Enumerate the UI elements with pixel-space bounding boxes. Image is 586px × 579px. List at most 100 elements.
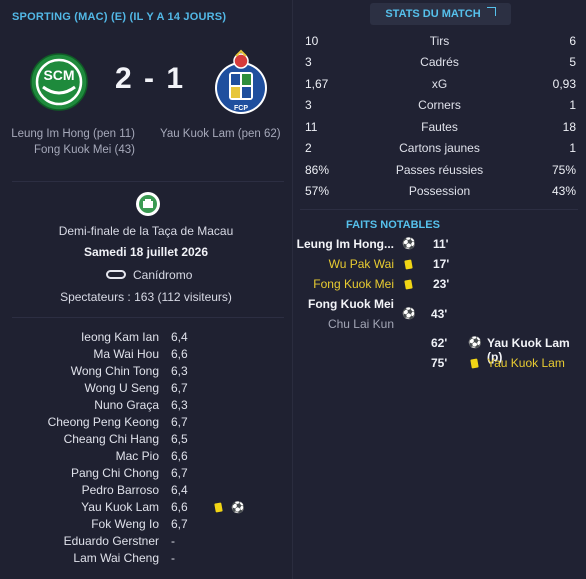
- player-name: Ieong Kam Ian: [80, 330, 159, 344]
- stat-away: 5: [569, 55, 576, 69]
- stat-home: 11: [305, 120, 318, 134]
- goal-ball-icon: ⚽: [402, 308, 416, 320]
- stadium-name: Canídromo: [133, 268, 193, 282]
- player-row[interactable]: Wong U Seng 6,7: [0, 381, 292, 398]
- player-name: Cheong Peng Keong: [47, 415, 159, 429]
- player-row[interactable]: Mac Pio 6,6: [0, 449, 292, 466]
- event-player[interactable]: Yau Kuok Lam: [487, 356, 565, 370]
- stat-away: 43%: [551, 184, 576, 198]
- player-rating: 6,4: [171, 483, 188, 497]
- player-rating: 6,6: [171, 347, 188, 361]
- yellow-card-icon: [470, 358, 479, 369]
- player-name: Fok Weng Io: [91, 517, 159, 531]
- stat-label: Fautes: [421, 120, 458, 134]
- player-row[interactable]: Pang Chi Chong 6,7: [0, 466, 292, 483]
- match-stats-button[interactable]: STATS DU MATCH: [370, 3, 511, 25]
- player-row[interactable]: Pedro Barroso 6,4: [0, 483, 292, 500]
- event-player[interactable]: Fong Kuok Mei: [296, 277, 394, 291]
- away-team-crest[interactable]: FCP: [212, 48, 270, 116]
- stat-label: Corners: [418, 98, 461, 112]
- away-crest-text: FCP: [234, 105, 248, 112]
- event-player[interactable]: Leung Im Hong...: [296, 237, 394, 251]
- away-scorer-line[interactable]: Yau Kuok Lam (pen 62): [160, 126, 285, 142]
- yellow-card-icon: [404, 279, 413, 290]
- player-rating: 6,6: [171, 449, 188, 463]
- attendance: Spectateurs : 163 (112 visiteurs): [60, 290, 232, 304]
- stadium-icon: [106, 270, 126, 279]
- home-team-crest[interactable]: SCM: [30, 49, 88, 115]
- home-scorer-line[interactable]: Leung Im Hong (pen 11): [0, 126, 135, 142]
- goal-ball-icon: ⚽: [231, 502, 245, 514]
- stat-row: Passes réussies 86% 75%: [293, 160, 586, 181]
- yellow-card-icon: [404, 259, 413, 270]
- stat-away: 6: [569, 34, 576, 48]
- player-rating: 6,3: [171, 398, 188, 412]
- player-name: Nuno Graça: [94, 398, 159, 412]
- match-date: Samedi 18 juillet 2026: [83, 245, 209, 259]
- competition-name[interactable]: Demi-finale de la Taça de Macau: [0, 224, 292, 238]
- player-rating: -: [171, 534, 175, 548]
- player-row[interactable]: Lam Wai Cheng -: [0, 551, 292, 568]
- player-name: Eduardo Gerstner: [63, 534, 159, 548]
- event-minute: 11': [433, 237, 449, 251]
- separator: [12, 317, 284, 318]
- stat-row: Tirs 10 6: [293, 31, 586, 52]
- stadium-row[interactable]: Canídromo: [0, 268, 292, 284]
- player-rating: 6,7: [171, 466, 188, 480]
- expand-icon: [486, 7, 496, 16]
- stat-label: Passes réussies: [395, 163, 484, 177]
- stat-away: 75%: [551, 163, 576, 177]
- yellow-card-icon: [214, 502, 223, 513]
- stat-label: Possession: [408, 184, 471, 198]
- player-rating: 6,7: [171, 415, 188, 429]
- player-rating: 6,6: [171, 500, 188, 514]
- goal-ball-icon: ⚽: [468, 337, 482, 349]
- stat-away: 18: [562, 120, 576, 134]
- player-row[interactable]: Cheang Chi Hang 6,5: [0, 432, 292, 449]
- stat-row: Cadrés 3 5: [293, 52, 586, 73]
- player-row[interactable]: Nuno Graça 6,3: [0, 398, 292, 415]
- goal-ball-icon: ⚽: [402, 238, 416, 250]
- stat-label: Cartons jaunes: [399, 141, 480, 155]
- stat-home: 86%: [305, 163, 330, 177]
- home-scorer-line[interactable]: Fong Kuok Mei (43): [0, 142, 135, 158]
- player-name: Ma Wai Hou: [93, 347, 159, 361]
- stat-home: 10: [305, 34, 319, 48]
- stat-home: 57%: [305, 184, 330, 198]
- player-row[interactable]: Cheong Peng Keong 6,7: [0, 415, 292, 432]
- player-name: Pang Chi Chong: [70, 466, 159, 480]
- stat-away: 1: [569, 98, 576, 112]
- separator: [300, 209, 578, 210]
- player-rating: -: [171, 551, 175, 565]
- stat-row: Corners 3 1: [293, 95, 586, 116]
- home-crest-text: SCM: [43, 67, 74, 83]
- stat-row: xG 1,67 0,93: [293, 74, 586, 95]
- event-player[interactable]: Wu Pak Wai: [296, 257, 394, 271]
- home-scorers: Leung Im Hong (pen 11) Fong Kuok Mei (43…: [0, 126, 135, 158]
- player-row[interactable]: Eduardo Gerstner -: [0, 534, 292, 551]
- competition-logo[interactable]: [135, 191, 161, 217]
- event-assist[interactable]: Chu Lai Kun: [296, 317, 394, 331]
- match-header-title[interactable]: SPORTING (MAC) (E) (IL Y A 14 JOURS): [12, 11, 226, 23]
- player-row[interactable]: Fok Weng Io 6,7: [0, 517, 292, 534]
- player-name: Mac Pio: [115, 449, 159, 463]
- event-player[interactable]: Fong Kuok Mei: [296, 297, 394, 311]
- event-minute: 43': [431, 307, 448, 321]
- match-stats-label: STATS DU MATCH: [385, 8, 481, 20]
- player-row[interactable]: Ieong Kam Ian 6,4: [0, 330, 292, 347]
- player-name: Lam Wai Cheng: [73, 551, 159, 565]
- event-minute: 23': [433, 277, 450, 291]
- player-rating: 6,7: [171, 517, 188, 531]
- player-row[interactable]: Ma Wai Hou 6,6: [0, 347, 292, 364]
- stat-home: 3: [305, 55, 312, 69]
- stat-label: Tirs: [429, 34, 450, 48]
- player-name: Yau Kuok Lam: [81, 500, 159, 514]
- stat-away: 1: [569, 141, 576, 155]
- event-minute: 17': [433, 257, 450, 271]
- player-row[interactable]: Wong Chin Tong 6,3: [0, 364, 292, 381]
- player-name: Cheang Chi Hang: [63, 432, 159, 446]
- player-rating: 6,7: [171, 381, 188, 395]
- event-minute: 75': [431, 356, 448, 370]
- player-row[interactable]: Yau Kuok Lam 6,6 ⚽: [0, 500, 292, 517]
- player-rating: 6,4: [171, 330, 188, 344]
